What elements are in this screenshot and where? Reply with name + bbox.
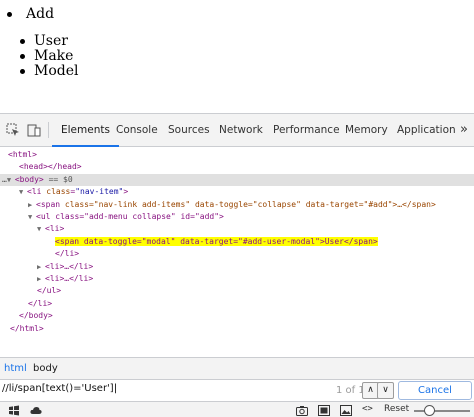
dom-node-ul-add-menu[interactable]: ▼ <ul class="add-menu collapse" id="add"> [0, 211, 474, 223]
expand-triangle-icon[interactable]: ▶ [37, 273, 45, 285]
dom-node-span-nav-link[interactable]: ▶ <span class="nav-link add-items" data-t… [0, 199, 474, 211]
submenu-item-label: Model [34, 63, 79, 79]
reset-button[interactable]: Reset [384, 404, 409, 414]
submenu-item-label: Make [34, 48, 74, 64]
inspect-element-icon[interactable] [6, 123, 20, 137]
search-result-count: 1 of 1 [336, 385, 365, 396]
tab-memory[interactable]: Memory [345, 114, 388, 147]
breadcrumb-body[interactable]: body [33, 363, 58, 374]
dom-node-html-close: </html> [10, 323, 44, 333]
bullet-icon [7, 11, 12, 17]
dom-node-li-close: </li> [28, 298, 53, 308]
screenshot-icon[interactable] [318, 405, 330, 416]
menu-item-add-label: Add [26, 6, 55, 22]
tab-elements[interactable]: Elements [52, 114, 119, 147]
windows-icon[interactable] [8, 405, 20, 416]
submenu-item-make[interactable]: Make [20, 49, 79, 64]
bullet-icon [20, 69, 25, 74]
expand-triangle-icon[interactable]: ▶ [37, 261, 45, 273]
search-bar: //li/span[text()='User']| 1 of 1 ∧ ∨ Can… [0, 379, 474, 401]
tab-network[interactable]: Network [219, 114, 263, 147]
dom-node-li-make[interactable]: ▶ <li>…</li> [0, 261, 474, 273]
search-input[interactable]: //li/span[text()='User']| [2, 383, 358, 399]
search-next-button[interactable]: ∨ [377, 382, 394, 399]
toolbar-divider [48, 122, 49, 138]
devtools-tabbar: Elements Console Sources Network Perform… [0, 114, 474, 147]
collapse-triangle-icon[interactable]: ▼ [37, 223, 45, 235]
collapse-triangle-icon[interactable]: ▼ [28, 211, 36, 223]
tab-sources[interactable]: Sources [168, 114, 210, 147]
dom-node-li-user[interactable]: ▼ <li> [0, 223, 474, 235]
breadcrumb: html body [0, 357, 474, 379]
zoom-slider-thumb[interactable] [424, 405, 435, 416]
bullet-icon [20, 39, 25, 44]
submenu-item-model[interactable]: Model [20, 64, 79, 79]
menu-item-add[interactable]: Add [7, 6, 54, 22]
bottom-toolbar: <> Reset [0, 401, 474, 417]
dom-node-li-user-close: </li> [55, 249, 80, 259]
dom-node-head[interactable]: <head></head> [0, 161, 474, 173]
camera-icon[interactable] [296, 405, 308, 416]
image-icon[interactable] [340, 405, 352, 416]
dom-tree: <html> <head></head> …▼ <body> == $0 ▼ <li… [0, 147, 474, 367]
search-input-value: //li/span[text()='User'] [2, 383, 114, 394]
dom-node-span-user-highlighted[interactable]: <span data-toggle="modal" data-target="#… [0, 236, 474, 248]
zoom-slider-track[interactable] [414, 410, 470, 412]
dom-node-body-close: </body> [19, 311, 53, 321]
collapse-triangle-icon[interactable]: ▼ [19, 186, 27, 198]
breadcrumb-html[interactable]: html [4, 363, 27, 374]
cancel-button[interactable]: Cancel [398, 381, 472, 400]
submenu-list: User Make Model [20, 34, 79, 79]
expand-triangle-icon[interactable]: ▶ [28, 199, 36, 211]
submenu-item-user[interactable]: User [20, 34, 79, 49]
rendered-page: Add User Make Model [0, 0, 474, 112]
bullet-icon [20, 54, 25, 59]
tab-application[interactable]: Application [397, 114, 456, 147]
code-icon[interactable]: <> [362, 404, 373, 414]
devtools-panel: Elements Console Sources Network Perform… [0, 113, 474, 417]
cloud-icon[interactable] [30, 405, 42, 416]
dom-node-body-open[interactable]: …▼ <body> == $0 [0, 173, 474, 187]
device-toolbar-icon[interactable] [27, 123, 41, 137]
tab-console[interactable]: Console [116, 114, 158, 147]
dom-node-ul-close: </ul> [37, 286, 62, 296]
tab-performance[interactable]: Performance [273, 114, 340, 147]
dom-node-html-open[interactable]: <html> [0, 149, 474, 161]
submenu-item-label: User [34, 33, 68, 49]
more-tabs-icon[interactable]: » [460, 122, 468, 137]
collapse-triangle-icon[interactable]: ▼ [7, 174, 15, 186]
dom-node-li-model[interactable]: ▶ <li>…</li> [0, 273, 474, 285]
dom-node-li-nav-item[interactable]: ▼ <li class="nav-item"> [0, 186, 474, 198]
